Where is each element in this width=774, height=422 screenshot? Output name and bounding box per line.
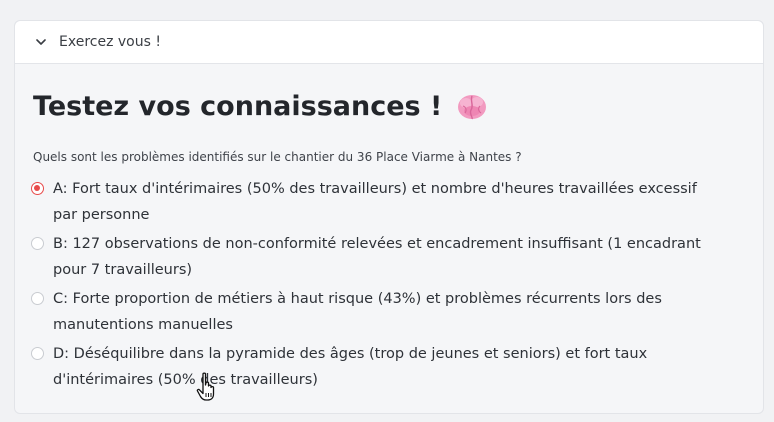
option-label-b: B: 127 observations de non-conformité re… [53, 236, 701, 278]
radio-option-d[interactable] [31, 347, 44, 360]
radio-option-b[interactable] [31, 237, 44, 250]
radio-option-c[interactable] [31, 292, 44, 305]
quiz-options: A: Fort taux d'intérimaires (50% des tra… [31, 176, 731, 396]
brain-icon [456, 93, 488, 121]
option-label-d: D: Déséquilibre dans la pyramide des âge… [53, 346, 648, 388]
quiz-title-text: Testez vos connaissances ! [33, 91, 443, 122]
option-label-a: A: Fort taux d'intérimaires (50% des tra… [53, 181, 697, 223]
radio-option-a[interactable] [31, 182, 44, 195]
quiz-title: Testez vos connaissances ! [33, 91, 488, 122]
quiz-option-d[interactable]: D: Déséquilibre dans la pyramide des âge… [31, 341, 731, 396]
chevron-down-icon[interactable] [35, 36, 47, 48]
quiz-option-b[interactable]: B: 127 observations de non-conformité re… [31, 231, 731, 286]
exercise-panel: Exercez vous ! Testez vos connaissances … [14, 20, 764, 414]
quiz-option-a[interactable]: A: Fort taux d'intérimaires (50% des tra… [31, 176, 731, 231]
option-label-c: C: Forte proportion de métiers à haut ri… [53, 291, 662, 333]
exercise-collapse-header[interactable]: Exercez vous ! [15, 21, 763, 64]
quiz-option-c[interactable]: C: Forte proportion de métiers à haut ri… [31, 286, 731, 341]
exercise-header-title: Exercez vous ! [59, 34, 161, 50]
hand-cursor-icon [196, 372, 218, 402]
quiz-question: Quels sont les problèmes identifiés sur … [33, 150, 522, 164]
